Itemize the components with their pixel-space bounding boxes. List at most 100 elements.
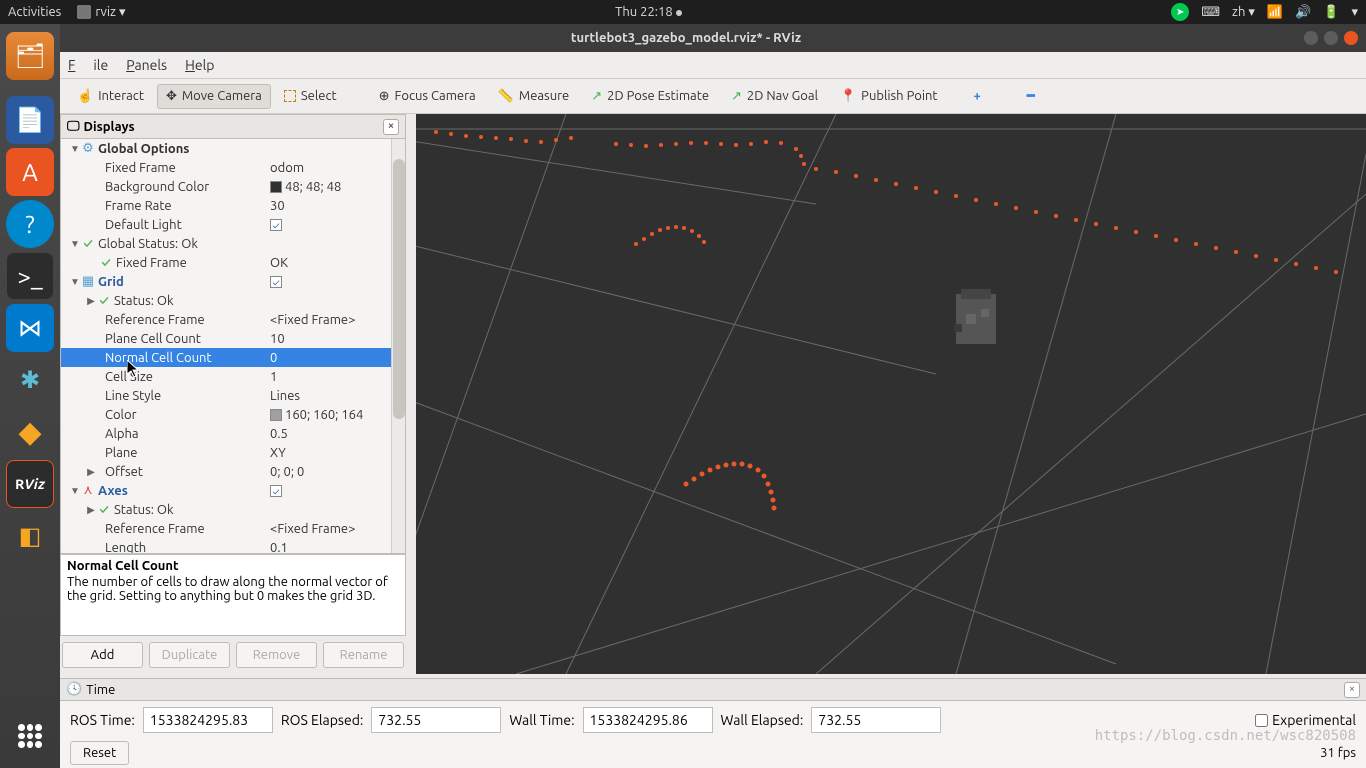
- gazebo-launcher[interactable]: ◆: [6, 408, 54, 456]
- pose-estimate-icon: ↗: [591, 89, 602, 104]
- time-close[interactable]: ×: [1344, 682, 1360, 698]
- menu-file[interactable]: File: [68, 57, 108, 73]
- cube-launcher[interactable]: ◧: [6, 512, 54, 560]
- wall-elapsed-label: Wall Elapsed:: [721, 712, 804, 728]
- bg-color-row[interactable]: Background Color48; 48; 48: [61, 177, 405, 196]
- nav-goal-icon: ↗: [731, 89, 742, 104]
- add-button[interactable]: Add: [62, 642, 143, 668]
- launcher-dock: 🗂 📄 A ? >_ ⋈ ✱ ◆ RViz ◧: [0, 24, 60, 768]
- battery-icon[interactable]: 🔋: [1323, 5, 1339, 20]
- description-body: The number of cells to draw along the no…: [67, 575, 399, 603]
- menu-panels[interactable]: Panels: [126, 57, 167, 73]
- window-title: turtlebot3_gazebo_model.rviz* - RViz: [68, 31, 1304, 45]
- fixed-frame-status-row[interactable]: ✓Fixed FrameOK: [61, 253, 405, 272]
- description-box: Normal Cell Count The number of cells to…: [60, 554, 406, 636]
- grid-row[interactable]: ▦Grid✓: [61, 272, 405, 291]
- window-minimize[interactable]: [1304, 31, 1318, 45]
- notification-icon[interactable]: ➤: [1171, 3, 1189, 21]
- remove-tool[interactable]: ━: [1018, 84, 1044, 109]
- alpha-row[interactable]: Alpha0.5: [61, 424, 405, 443]
- time-header: 🕓 Time ×: [60, 679, 1366, 701]
- displays-panel: 🖵 Displays × ⚙Global Options Fixed Frame…: [60, 114, 406, 554]
- keyboard-icon[interactable]: ⌨: [1201, 5, 1220, 20]
- input-language[interactable]: zh ▾: [1232, 5, 1255, 20]
- network-launcher[interactable]: ✱: [6, 356, 54, 404]
- tree-scrollbar[interactable]: [391, 139, 405, 553]
- files-launcher[interactable]: 🗂: [6, 32, 54, 80]
- display-buttons: Add Duplicate Remove Rename: [60, 640, 406, 670]
- normal-cell-row[interactable]: Normal Cell Count0: [61, 348, 405, 367]
- volume-icon[interactable]: 🔊: [1295, 5, 1311, 20]
- help-launcher[interactable]: ?: [6, 200, 54, 248]
- plus-icon: +: [974, 89, 981, 103]
- select-tool[interactable]: Select: [275, 84, 346, 108]
- fixed-frame-row[interactable]: Fixed Frameodom: [61, 158, 405, 177]
- activities-button[interactable]: Activities: [8, 5, 61, 20]
- experimental-checkbox[interactable]: Experimental: [1255, 712, 1356, 728]
- measure-icon: 📏: [498, 89, 514, 104]
- grid-status-row[interactable]: ✓Status: Ok: [61, 291, 405, 310]
- plane-row[interactable]: PlaneXY: [61, 443, 405, 462]
- cell-size-row[interactable]: Cell Size1: [61, 367, 405, 386]
- toolbar: ☝Interact ✥Move Camera Select ⊕Focus Cam…: [60, 78, 1366, 114]
- rviz-launcher[interactable]: RViz: [6, 460, 54, 508]
- color-row[interactable]: Color160; 160; 164: [61, 405, 405, 424]
- displays-header: 🖵 Displays ×: [61, 115, 405, 139]
- terminal-launcher[interactable]: >_: [6, 252, 54, 300]
- clock-icon: 🕓: [66, 682, 82, 697]
- power-menu-caret[interactable]: ▾: [1351, 5, 1358, 20]
- duplicate-button[interactable]: Duplicate: [149, 642, 230, 668]
- global-status-row[interactable]: ✓Global Status: Ok: [61, 234, 405, 253]
- apps-grid-icon[interactable]: [18, 724, 42, 748]
- focus-camera-tool[interactable]: ⊕Focus Camera: [370, 84, 485, 109]
- length-row[interactable]: Length0.1: [61, 538, 405, 553]
- menubar: File Panels Help: [60, 52, 1366, 78]
- displays-close[interactable]: ×: [383, 119, 399, 135]
- watermark: https://blog.csdn.net/wsc820508: [1095, 728, 1356, 744]
- wall-time-label: Wall Time:: [509, 712, 574, 728]
- wall-elapsed-input[interactable]: [811, 707, 941, 733]
- menu-help[interactable]: Help: [185, 57, 214, 73]
- software-launcher[interactable]: A: [6, 148, 54, 196]
- ref-frame-row[interactable]: Reference Frame<Fixed Frame>: [61, 310, 405, 329]
- frame-rate-row[interactable]: Frame Rate30: [61, 196, 405, 215]
- global-options-row[interactable]: ⚙Global Options: [61, 139, 405, 158]
- description-title: Normal Cell Count: [67, 559, 399, 573]
- add-tool[interactable]: +: [965, 84, 990, 108]
- line-style-row[interactable]: Line StyleLines: [61, 386, 405, 405]
- offset-row[interactable]: Offset0; 0; 0: [61, 462, 405, 481]
- axes-status-row[interactable]: ✓Status: Ok: [61, 500, 405, 519]
- axes-row[interactable]: ⋏Axes✓: [61, 481, 405, 500]
- ros-time-input[interactable]: [143, 707, 273, 733]
- remove-button[interactable]: Remove: [236, 642, 317, 668]
- network-icon[interactable]: 📶: [1267, 5, 1283, 20]
- app-menu[interactable]: rviz ▾: [77, 5, 125, 20]
- 3d-viewport[interactable]: [416, 114, 1366, 674]
- default-light-row[interactable]: Default Light✓: [61, 215, 405, 234]
- move-camera-tool[interactable]: ✥Move Camera: [157, 84, 271, 109]
- select-icon: [284, 90, 296, 102]
- axes-ref-frame-row[interactable]: Reference Frame<Fixed Frame>: [61, 519, 405, 538]
- time-title: Time: [86, 683, 115, 697]
- ros-elapsed-input[interactable]: [371, 707, 501, 733]
- interact-tool[interactable]: ☝Interact: [68, 84, 153, 109]
- nav-goal-tool[interactable]: ↗2D Nav Goal: [722, 84, 827, 109]
- window-maximize[interactable]: [1324, 31, 1338, 45]
- focus-camera-icon: ⊕: [379, 89, 390, 104]
- displays-tree[interactable]: ⚙Global Options Fixed Frameodom Backgrou…: [61, 139, 405, 553]
- measure-tool[interactable]: 📏Measure: [489, 84, 579, 109]
- reset-button[interactable]: Reset: [70, 741, 129, 765]
- monitor-icon: 🖵: [67, 119, 80, 134]
- vscode-launcher[interactable]: ⋈: [6, 304, 54, 352]
- move-camera-icon: ✥: [166, 89, 177, 104]
- publish-point-tool[interactable]: 📍Publish Point: [831, 84, 947, 109]
- wall-time-input[interactable]: [583, 707, 713, 733]
- clock[interactable]: Thu 22:18: [126, 5, 1172, 19]
- rename-button[interactable]: Rename: [323, 642, 404, 668]
- plane-cell-row[interactable]: Plane Cell Count10: [61, 329, 405, 348]
- window-close[interactable]: [1344, 31, 1358, 45]
- displays-title: Displays: [84, 120, 135, 134]
- pose-estimate-tool[interactable]: ↗2D Pose Estimate: [582, 84, 718, 109]
- writer-launcher[interactable]: 📄: [6, 96, 54, 144]
- interact-icon: ☝: [77, 89, 93, 104]
